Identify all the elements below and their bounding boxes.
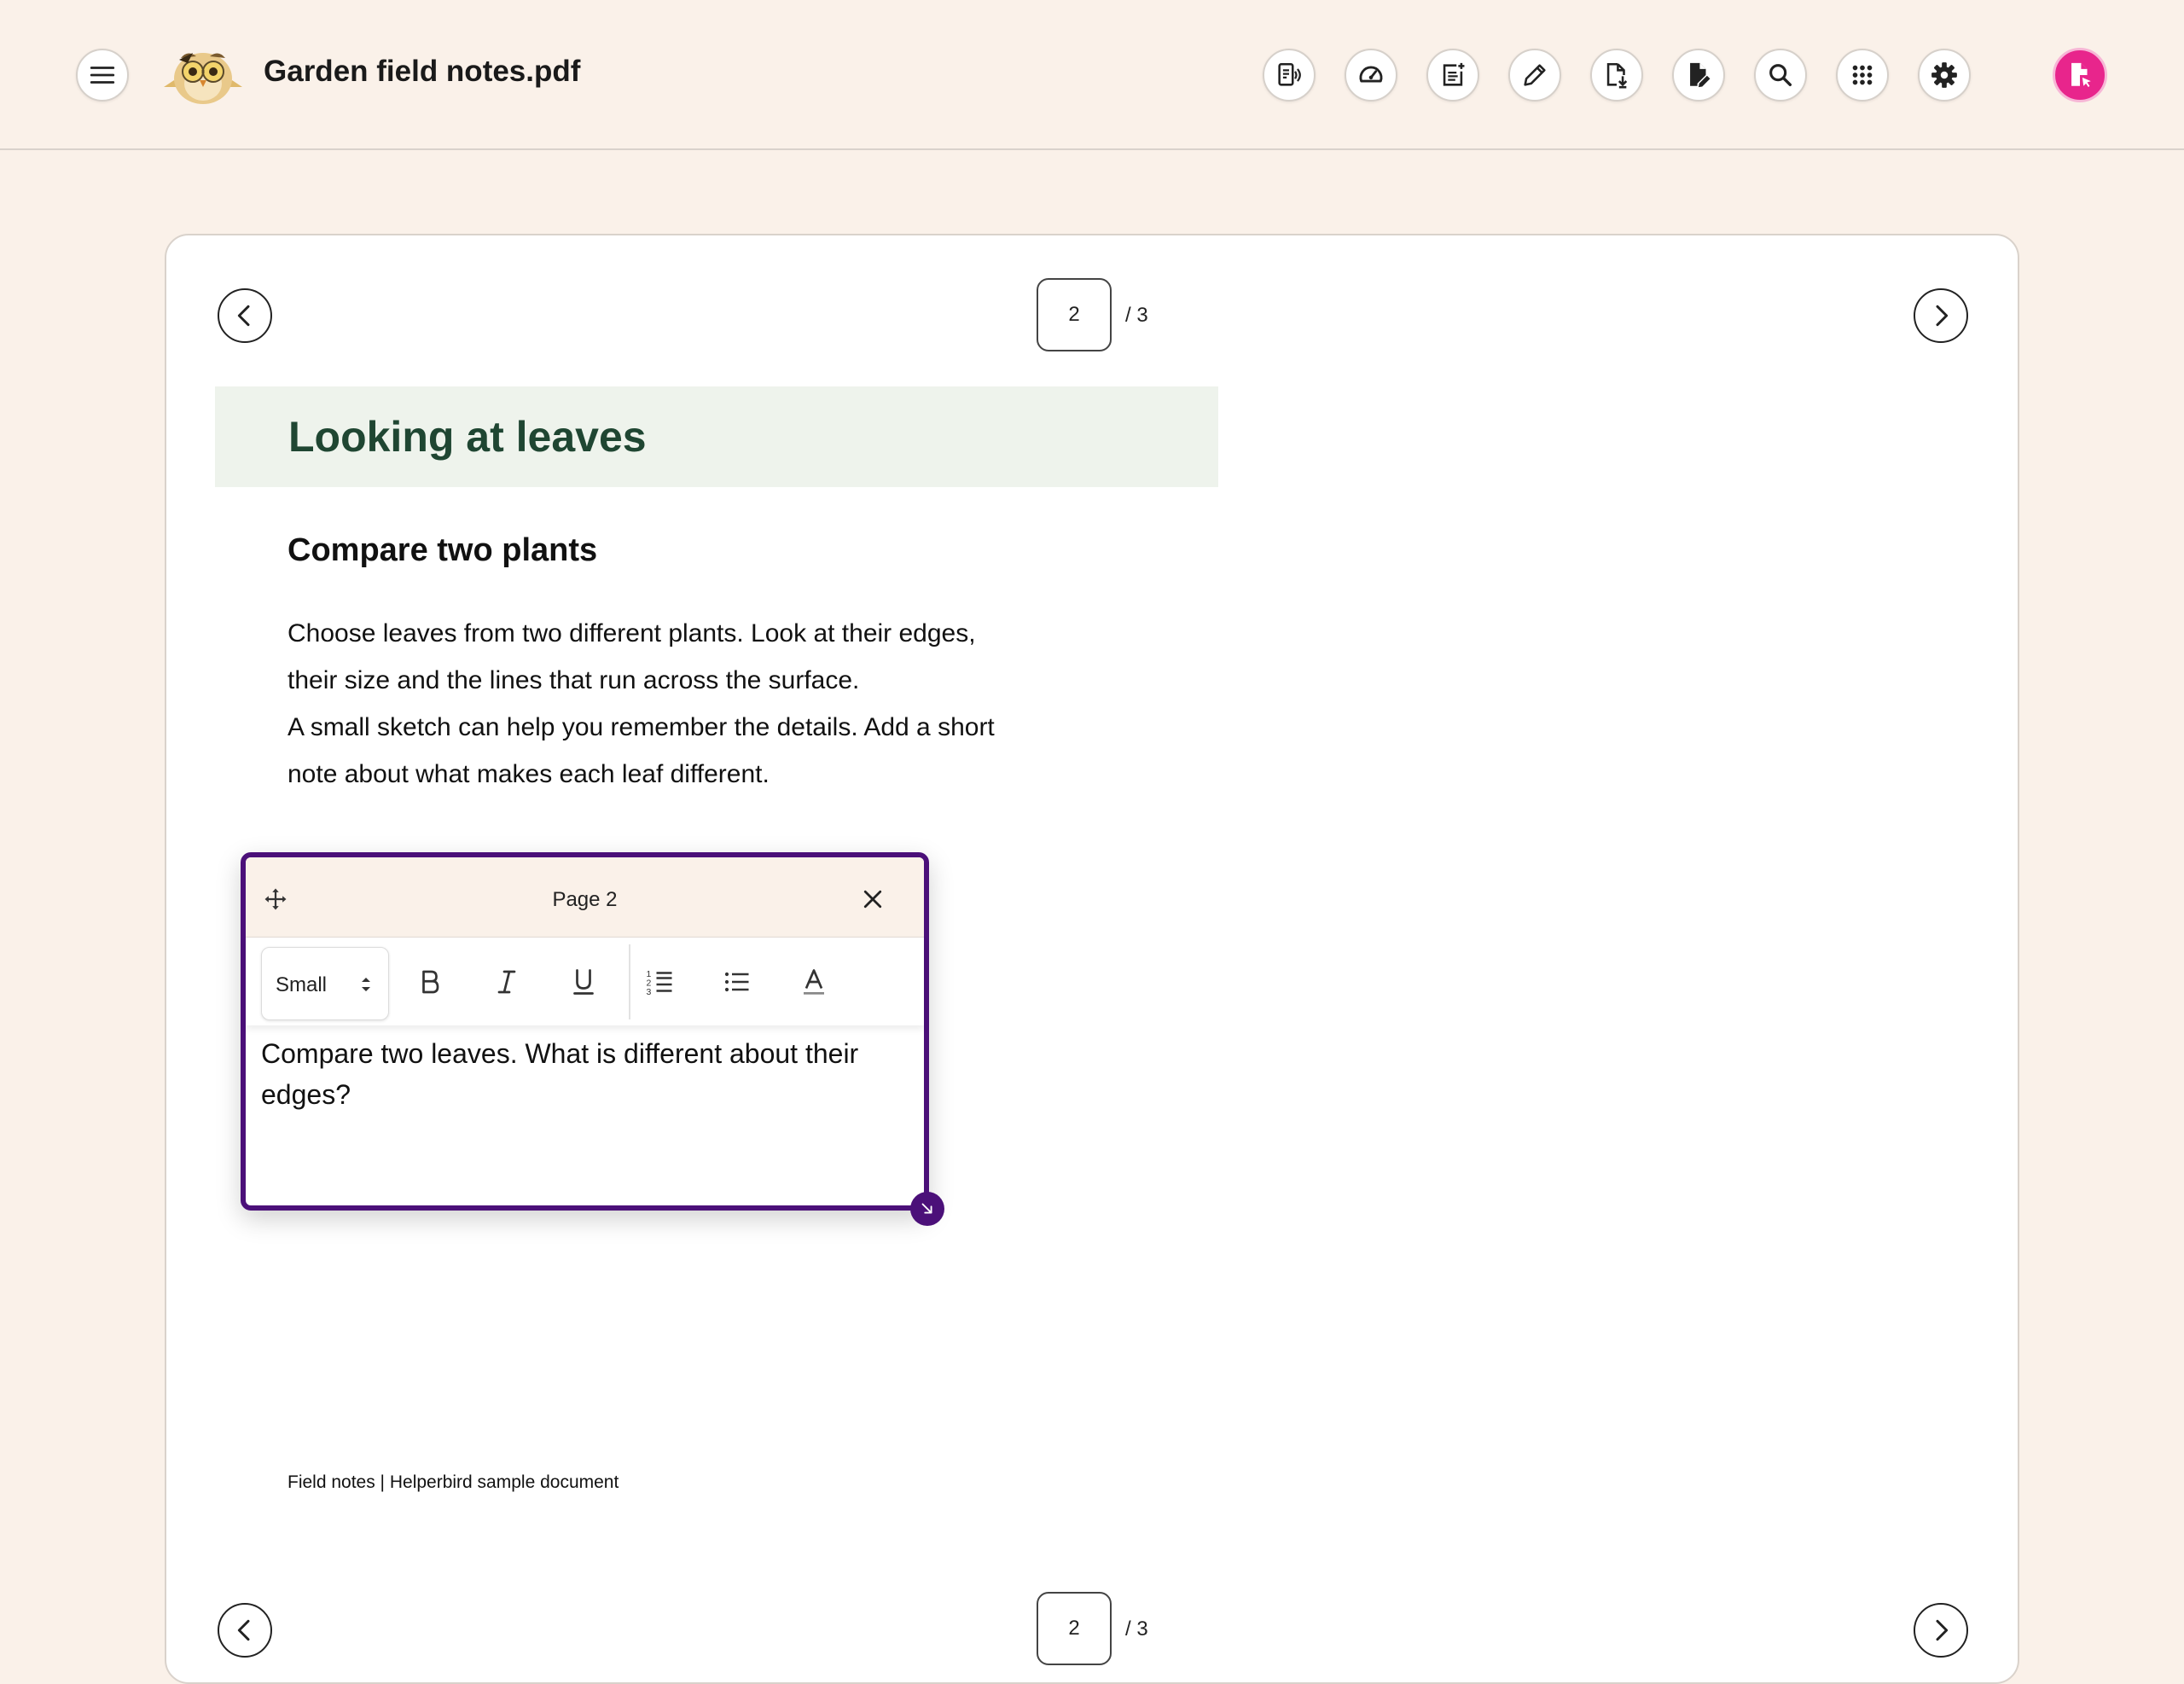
bold-icon[interactable] (415, 967, 445, 997)
download-button[interactable] (1590, 49, 1643, 102)
top-bar: Garden field notes.pdf (0, 0, 2184, 150)
paragraph-line: A small sketch can help you remember the… (288, 713, 995, 741)
page-total: / 3 (1125, 304, 1148, 327)
resize-handle[interactable] (910, 1192, 944, 1226)
previous-page-button[interactable] (218, 288, 272, 343)
search-button[interactable] (1754, 49, 1807, 102)
section-heading: Compare two plants (288, 532, 598, 568)
italic-icon[interactable] (491, 967, 522, 997)
reading-speed-button[interactable] (1345, 49, 1397, 102)
apps-grid-icon (1852, 65, 1873, 85)
heading-band: Looking at leaves (215, 386, 1218, 487)
page-heading: Looking at leaves (288, 413, 647, 461)
bullet-list-icon[interactable] (722, 967, 752, 997)
resize-arrow-icon (921, 1203, 932, 1214)
chevron-left-icon (237, 1619, 250, 1641)
add-note-button[interactable] (1426, 49, 1479, 102)
page-footer: Field notes | Helperbird sample document (288, 1472, 619, 1492)
file-cursor-icon (2071, 62, 2091, 88)
edit-file-button[interactable] (1672, 49, 1725, 102)
settings-button[interactable] (1918, 49, 1971, 102)
svg-text:3: 3 (647, 987, 652, 997)
pencil-icon (1524, 64, 1546, 86)
note-header[interactable]: Page 2 (246, 857, 924, 938)
speedometer-icon (1359, 66, 1383, 83)
sticky-note-popup[interactable]: Page 2 Small 1 2 3 Compare two leaves. W… (241, 852, 944, 1226)
read-aloud-icon (1278, 62, 1301, 86)
gear-icon (1931, 62, 1957, 88)
chevron-left-icon (237, 305, 250, 327)
draw-button[interactable] (1508, 49, 1561, 102)
page-number-input[interactable] (1037, 278, 1112, 351)
underline-icon[interactable] (568, 967, 599, 997)
file-edit-icon (1690, 62, 1711, 88)
note-text-area[interactable]: Compare two leaves. What is different ab… (261, 1033, 909, 1115)
document-title: Garden field notes.pdf (264, 55, 581, 88)
owl-logo (164, 53, 242, 104)
profile-button[interactable] (2053, 48, 2107, 102)
note-title: Page 2 (552, 888, 618, 911)
hamburger-icon (90, 67, 115, 84)
file-download-icon (1606, 62, 1628, 89)
chevron-right-icon (1936, 305, 1949, 327)
page-number-input-bottom[interactable] (1037, 1592, 1112, 1665)
toolbar-divider (629, 944, 630, 1019)
paragraph-line: note about what makes each leaf differen… (288, 760, 770, 788)
body-paragraph: Choose leaves from two different plants.… (288, 610, 1055, 798)
numbered-list-icon[interactable]: 1 2 3 (645, 967, 676, 997)
menu-button[interactable] (76, 49, 129, 102)
next-page-button-bottom[interactable] (1914, 1603, 1968, 1658)
read-aloud-button[interactable] (1263, 49, 1316, 102)
paragraph-line: Choose leaves from two different plants.… (288, 619, 976, 647)
paragraph-line: their size and the lines that run across… (288, 666, 860, 694)
font-size-select[interactable]: Small (261, 947, 389, 1020)
close-icon[interactable] (860, 886, 886, 912)
font-size-value: Small (276, 973, 328, 996)
note-format-toolbar: Small 1 2 3 (246, 938, 924, 1025)
up-down-chevron-icon (362, 978, 370, 991)
previous-page-button-bottom[interactable] (218, 1603, 272, 1658)
chevron-right-icon (1936, 1619, 1949, 1641)
text-color-icon[interactable] (799, 967, 829, 997)
search-icon (1769, 64, 1792, 87)
apps-button[interactable] (1836, 49, 1889, 102)
note-add-icon (1443, 62, 1465, 86)
next-page-button[interactable] (1914, 288, 1968, 343)
